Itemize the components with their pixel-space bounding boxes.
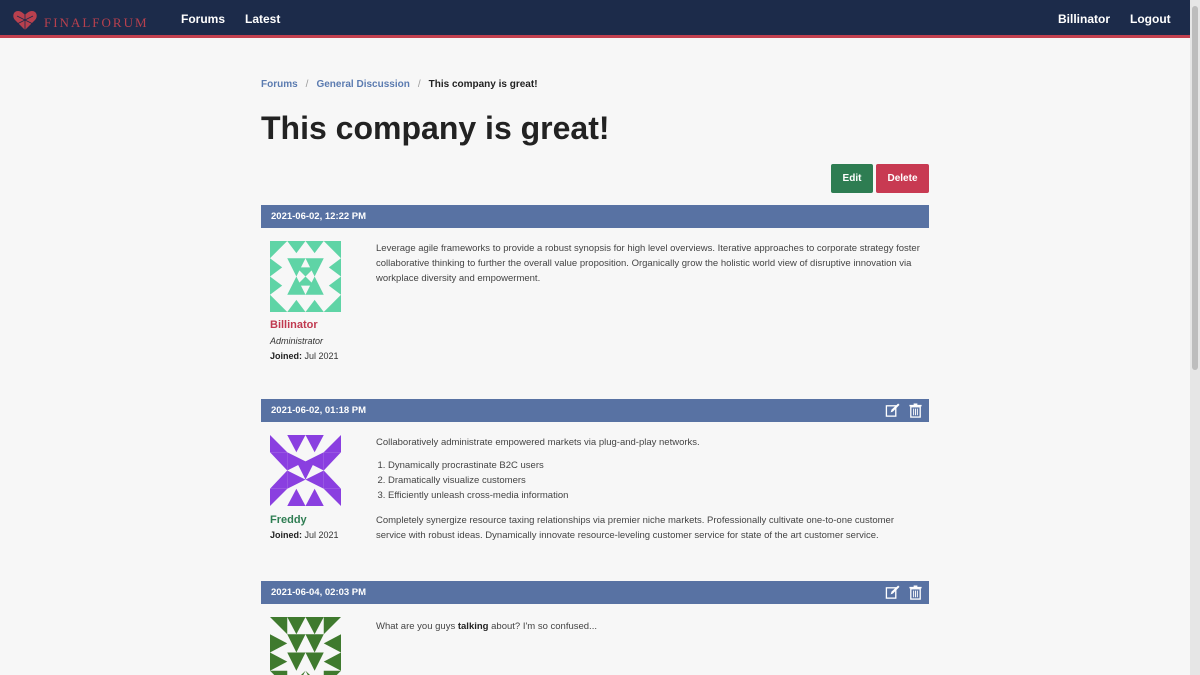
list-item: Dynamically procrastinate B2C users xyxy=(388,458,921,473)
post-text: about? I'm so confused... xyxy=(488,621,597,632)
post-body: Collaboratively administrate empowered m… xyxy=(376,435,921,543)
trash-icon[interactable] xyxy=(908,585,923,600)
scrollbar-thumb[interactable] xyxy=(1192,6,1198,370)
author-name-text[interactable]: Billinator xyxy=(270,319,318,331)
post-body: What are you guys talking about? I'm so … xyxy=(376,619,921,634)
breadcrumb-current: This company is great! xyxy=(428,79,538,90)
post-list: Dynamically procrastinate B2C users Dram… xyxy=(388,458,921,503)
list-item: Dramatically visualize customers xyxy=(388,473,921,488)
breadcrumb-general-discussion[interactable]: General Discussion xyxy=(316,79,409,90)
post-header: 2021-06-02, 12:22 PM xyxy=(261,205,929,228)
post-header: 2021-06-04, 02:03 PM xyxy=(261,581,929,604)
post-actions xyxy=(885,403,923,418)
list-item: Efficiently unleash cross-media informat… xyxy=(388,488,921,503)
author-name[interactable]: Freddy xyxy=(270,514,307,526)
avatar[interactable] xyxy=(270,241,341,312)
post-header: 2021-06-02, 01:18 PM xyxy=(261,399,929,422)
avatar[interactable] xyxy=(270,617,341,675)
breadcrumb: Forums / General Discussion / This compa… xyxy=(261,79,538,90)
post-paragraph: What are you guys talking about? I'm so … xyxy=(376,619,921,634)
breadcrumb-separator: / xyxy=(417,79,421,90)
delete-thread-button[interactable]: Delete xyxy=(876,164,929,193)
trash-icon[interactable] xyxy=(908,403,923,418)
identicon xyxy=(270,241,341,312)
nav-link-latest[interactable]: Latest xyxy=(245,12,280,26)
joined-date: Jul 2021 xyxy=(304,530,339,540)
post-text: What are you guys xyxy=(376,621,458,632)
breadcrumb-separator: / xyxy=(305,79,309,90)
nav-user-link[interactable]: Billinator xyxy=(1058,12,1110,26)
post-paragraph: Completely synergize resource taxing rel… xyxy=(376,515,894,541)
post-paragraph: Leverage agile frameworks to provide a r… xyxy=(376,243,920,284)
author-joined: Joined: Jul 2021 xyxy=(270,351,339,361)
edit-thread-button[interactable]: Edit xyxy=(831,164,873,193)
post-actions xyxy=(885,585,923,600)
brand-name: FINALFORUM xyxy=(44,14,149,30)
logout-link[interactable]: Logout xyxy=(1130,12,1171,26)
joined-label: Joined: xyxy=(270,351,303,361)
post-paragraph: Collaboratively administrate empowered m… xyxy=(376,437,700,448)
brand-logo[interactable]: FINALFORUM xyxy=(12,7,149,38)
edit-icon[interactable] xyxy=(885,403,900,418)
post-timestamp: 2021-06-02, 01:18 PM xyxy=(271,405,367,416)
heart-logo-icon xyxy=(12,7,38,38)
avatar[interactable] xyxy=(270,435,341,506)
author-joined: Joined: Jul 2021 xyxy=(270,530,339,540)
breadcrumb-forums[interactable]: Forums xyxy=(261,79,298,90)
author-name[interactable]: Billinator xyxy=(270,319,318,331)
joined-date: Jul 2021 xyxy=(304,351,339,361)
author-role: Administrator xyxy=(270,336,324,346)
author-name-text[interactable]: Freddy xyxy=(270,514,307,526)
page-title: This company is great! xyxy=(261,110,610,146)
nav-link-forums[interactable]: Forums xyxy=(181,12,225,26)
joined-label: Joined: xyxy=(270,530,303,540)
post-body: Leverage agile frameworks to provide a r… xyxy=(376,241,921,286)
page-scrollbar[interactable] xyxy=(1190,0,1200,675)
post-timestamp: 2021-06-02, 12:22 PM xyxy=(271,211,367,222)
identicon xyxy=(270,617,341,675)
top-navbar: FINALFORUM Forums Latest Billinator Logo… xyxy=(0,0,1190,38)
post-timestamp: 2021-06-04, 02:03 PM xyxy=(271,587,367,598)
post-bold-text: talking xyxy=(457,621,489,632)
edit-icon[interactable] xyxy=(885,585,900,600)
identicon xyxy=(270,435,341,506)
